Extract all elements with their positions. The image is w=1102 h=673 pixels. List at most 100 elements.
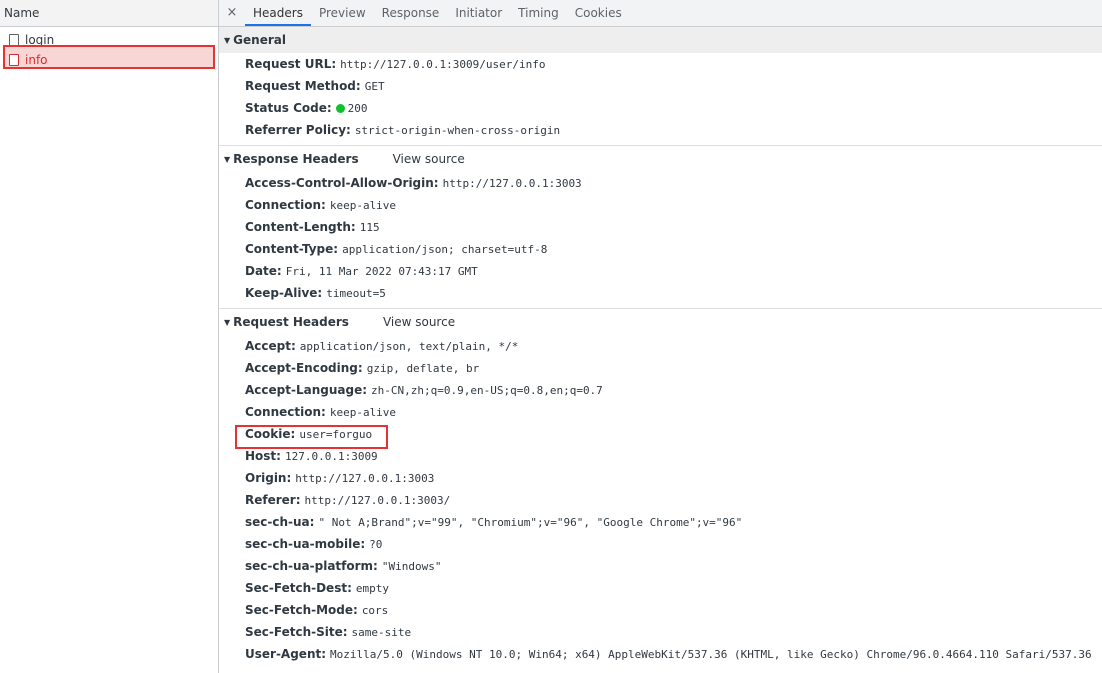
header-key: Accept-Encoding: xyxy=(245,361,363,375)
header-key: Request URL: xyxy=(245,57,337,71)
triangle-down-icon: ▼ xyxy=(224,155,231,164)
section-title: Request Headers xyxy=(233,315,349,329)
header-value: 200 xyxy=(347,102,368,115)
cookie-header-row: Cookie: user=forguo xyxy=(219,423,1102,445)
header-value: application/json, text/plain, */* xyxy=(299,340,519,353)
request-headers-section: Accept: application/json, text/plain, */*… xyxy=(219,335,1102,665)
request-name: info xyxy=(25,53,48,67)
section-title: Response Headers xyxy=(233,152,359,166)
header-key: Connection: xyxy=(245,198,326,212)
header-key: Connection: xyxy=(245,405,326,419)
header-row: Accept-Encoding: gzip, deflate, br xyxy=(219,357,1102,379)
header-key: Referer: xyxy=(245,493,301,507)
header-value: Fri, 11 Mar 2022 07:43:17 GMT xyxy=(285,265,478,278)
tab-headers[interactable]: Headers xyxy=(245,0,311,26)
name-column-header[interactable]: Name xyxy=(0,0,218,27)
header-value: cors xyxy=(361,604,389,617)
header-key: Status Code: xyxy=(245,101,332,115)
header-value: keep-alive xyxy=(329,406,397,419)
header-row: Access-Control-Allow-Origin: http://127.0… xyxy=(219,172,1102,194)
view-source-link[interactable]: View source xyxy=(383,315,455,329)
header-key: Access-Control-Allow-Origin: xyxy=(245,176,439,190)
header-key: Content-Length: xyxy=(245,220,356,234)
close-icon[interactable]: × xyxy=(219,0,245,26)
file-icon xyxy=(9,54,19,66)
header-row: Request Method: GET xyxy=(219,75,1102,97)
header-key: Keep-Alive: xyxy=(245,286,323,300)
header-row: Host: 127.0.0.1:3009 xyxy=(219,445,1102,467)
triangle-down-icon: ▼ xyxy=(224,318,231,327)
header-row: sec-ch-ua: " Not A;Brand";v="99", "Chromi… xyxy=(219,511,1102,533)
header-row: User-Agent: Mozilla/5.0 (Windows NT 10.0;… xyxy=(219,643,1102,665)
header-value: http://127.0.0.1:3003 xyxy=(295,472,435,485)
header-value: same-site xyxy=(351,626,412,639)
header-row: Accept: application/json, text/plain, */* xyxy=(219,335,1102,357)
header-key: sec-ch-ua: xyxy=(245,515,315,529)
header-key: Sec-Fetch-Site: xyxy=(245,625,348,639)
request-item-info[interactable]: info xyxy=(0,50,218,70)
header-row: Connection: keep-alive xyxy=(219,401,1102,423)
section-title: General xyxy=(233,33,286,47)
header-value: http://127.0.0.1:3003/ xyxy=(304,494,451,507)
header-key: Content-Type: xyxy=(245,242,339,256)
view-source-link[interactable]: View source xyxy=(393,152,465,166)
header-key: Accept-Language: xyxy=(245,383,368,397)
header-value: GET xyxy=(364,80,385,93)
header-key: sec-ch-ua-mobile: xyxy=(245,537,366,551)
header-row: Keep-Alive: timeout=5 xyxy=(219,282,1102,304)
header-value: timeout=5 xyxy=(326,287,386,300)
header-row: Sec-Fetch-Dest: empty xyxy=(219,577,1102,599)
tab-response[interactable]: Response xyxy=(374,0,448,26)
header-key: sec-ch-ua-platform: xyxy=(245,559,378,573)
header-key: Sec-Fetch-Mode: xyxy=(245,603,358,617)
header-row: Referrer Policy: strict-origin-when-cross… xyxy=(219,119,1102,141)
header-row: Request URL: http://127.0.0.1:3009/user/i… xyxy=(219,53,1102,75)
header-value: ?0 xyxy=(369,538,383,551)
tab-preview[interactable]: Preview xyxy=(311,0,374,26)
response-headers-section-header[interactable]: ▼ Response Headers View source xyxy=(219,145,1102,172)
header-key: User-Agent: xyxy=(245,647,327,661)
header-value: 127.0.0.1:3009 xyxy=(284,450,378,463)
header-key: Cookie: xyxy=(245,427,296,441)
header-key: Request Method: xyxy=(245,79,361,93)
header-row: Status Code: 200 xyxy=(219,97,1102,119)
tab-initiator[interactable]: Initiator xyxy=(447,0,510,26)
header-row: Origin: http://127.0.0.1:3003 xyxy=(219,467,1102,489)
header-key: Referrer Policy: xyxy=(245,123,351,137)
response-headers-section: Access-Control-Allow-Origin: http://127.0… xyxy=(219,172,1102,304)
header-row: sec-ch-ua-platform: "Windows" xyxy=(219,555,1102,577)
general-section-header[interactable]: ▼ General xyxy=(219,27,1102,53)
header-value: http://127.0.0.1:3009/user/info xyxy=(340,58,546,71)
header-row: Sec-Fetch-Mode: cors xyxy=(219,599,1102,621)
status-ok-icon xyxy=(335,104,345,113)
tab-cookies[interactable]: Cookies xyxy=(567,0,630,26)
header-key: Sec-Fetch-Dest: xyxy=(245,581,352,595)
header-value: " Not A;Brand";v="99", "Chromium";v="96"… xyxy=(318,516,743,529)
general-section: Request URL: http://127.0.0.1:3009/user/i… xyxy=(219,53,1102,141)
header-value: empty xyxy=(355,582,389,595)
request-list-pane: Name login info xyxy=(0,0,219,673)
header-key: Origin: xyxy=(245,471,292,485)
tab-timing[interactable]: Timing xyxy=(510,0,567,26)
header-row: Accept-Language: zh-CN,zh;q=0.9,en-US;q=0… xyxy=(219,379,1102,401)
header-value: gzip, deflate, br xyxy=(366,362,480,375)
header-key: Accept: xyxy=(245,339,296,353)
header-row: Date: Fri, 11 Mar 2022 07:43:17 GMT xyxy=(219,260,1102,282)
header-row: sec-ch-ua-mobile: ?0 xyxy=(219,533,1102,555)
header-value: "Windows" xyxy=(381,560,442,573)
header-value: application/json; charset=utf-8 xyxy=(342,243,548,256)
header-value: http://127.0.0.1:3003 xyxy=(442,177,582,190)
header-value: 115 xyxy=(359,221,380,234)
header-value: strict-origin-when-cross-origin xyxy=(354,124,561,137)
header-value: keep-alive xyxy=(329,199,397,212)
header-row: Connection: keep-alive xyxy=(219,194,1102,216)
header-key: Host: xyxy=(245,449,281,463)
header-key: Date: xyxy=(245,264,282,278)
request-headers-section-header[interactable]: ▼ Request Headers View source xyxy=(219,308,1102,335)
triangle-down-icon: ▼ xyxy=(224,36,231,45)
header-row: Content-Length: 115 xyxy=(219,216,1102,238)
details-pane: × Headers Preview Response Initiator Tim… xyxy=(219,0,1102,673)
header-row: Content-Type: application/json; charset=u… xyxy=(219,238,1102,260)
header-value: Mozilla/5.0 (Windows NT 10.0; Win64; x64… xyxy=(330,648,1092,661)
header-value: user=forguo xyxy=(299,428,373,441)
